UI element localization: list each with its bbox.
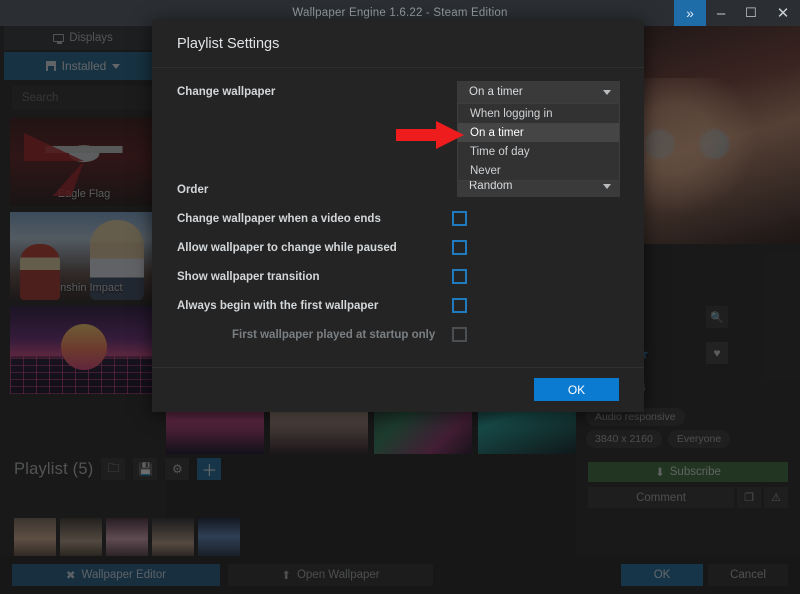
- playlist-settings-icon[interactable]: ⚙: [165, 458, 190, 480]
- open-wallpaper-label: Open Wallpaper: [296, 569, 380, 581]
- chevron-down-icon: [112, 63, 121, 69]
- label-order: Order: [177, 184, 209, 196]
- dropdown-option-on-a-timer[interactable]: On a timer: [458, 123, 619, 142]
- report-icon[interactable]: ⚠: [764, 487, 788, 508]
- label-change-on-video-end: Change wallpaper when a video ends: [177, 213, 381, 225]
- maximize-icon[interactable]: ☐: [736, 0, 766, 26]
- disk-icon: [45, 61, 56, 71]
- status-badge: 3840 x 2160: [586, 430, 662, 448]
- installed-label: Installed: [61, 59, 107, 73]
- checkbox-show-transition[interactable]: [452, 269, 467, 284]
- search-input[interactable]: Search: [12, 86, 157, 110]
- cancel-button[interactable]: Cancel: [708, 564, 788, 586]
- chevron-down-icon: [603, 184, 611, 189]
- comment-label: Comment: [636, 491, 686, 504]
- dropdown-option-time-of-day[interactable]: Time of day: [458, 142, 619, 161]
- label-always-begin-first: Always begin with the first wallpaper: [177, 300, 379, 312]
- subscribe-button[interactable]: ⬇ Subscribe: [588, 462, 788, 482]
- download-icon: ⬇: [655, 467, 665, 479]
- arrow-annotation-icon: [396, 121, 464, 149]
- dropdown-option-when-logging-in[interactable]: When logging in: [458, 104, 619, 123]
- editor-icon: ✖: [65, 570, 76, 582]
- open-wallpaper-button[interactable]: ⬆ Open Wallpaper: [228, 564, 433, 586]
- wallpaper-grid: Eagle Flag Genshin Impact: [10, 118, 160, 400]
- playlist-title: Playlist (5): [14, 459, 94, 478]
- installed-dropdown-button[interactable]: Installed: [4, 52, 162, 80]
- details-tags-row: 3840 x 2160 Everyone: [586, 430, 796, 448]
- wallpaper-card[interactable]: Eagle Flag: [10, 118, 158, 206]
- checkbox-first-at-startup-only: [452, 327, 467, 342]
- wallpaper-editor-label: Wallpaper Editor: [81, 569, 167, 581]
- dropdown-option-never[interactable]: Never: [458, 161, 619, 180]
- save-icon[interactable]: 💾: [133, 458, 158, 480]
- label-first-at-startup-only: First wallpaper played at startup only: [232, 329, 436, 341]
- window-controls: » – ☐ ✕: [674, 0, 800, 26]
- open-folder-icon[interactable]: 🗀: [101, 458, 126, 480]
- comment-button[interactable]: Comment: [588, 487, 734, 508]
- comment-row: Comment ❐ ⚠: [588, 487, 788, 508]
- monitor-icon: [53, 34, 65, 44]
- wallpaper-card-label: Genshin Impact: [45, 282, 123, 294]
- add-playlist-icon[interactable]: ＋: [197, 458, 222, 480]
- minimize-icon[interactable]: –: [706, 0, 736, 26]
- tab-displays-label: Displays: [69, 32, 113, 44]
- close-icon[interactable]: ✕: [766, 0, 800, 26]
- status-badge: Everyone: [667, 430, 731, 448]
- search-icon[interactable]: 🔍: [706, 306, 728, 328]
- order-value: Random: [469, 180, 513, 192]
- change-wallpaper-select[interactable]: On a timer: [457, 81, 620, 103]
- dialog-title: Playlist Settings: [177, 36, 280, 52]
- expand-icon[interactable]: »: [674, 0, 706, 26]
- playlist-toolbar: Playlist (5) 🗀 💾 ⚙ ＋: [0, 450, 576, 488]
- playlist-settings-dialog: Playlist Settings Change wallpaper On a …: [152, 20, 644, 412]
- app-window: Wallpaper Engine 1.6.22 - Steam Edition …: [0, 0, 800, 594]
- wallpaper-editor-button[interactable]: ✖ Wallpaper Editor: [12, 564, 220, 586]
- dialog-header: Playlist Settings: [152, 20, 644, 68]
- upload-icon: ⬆: [281, 570, 291, 582]
- ok-button[interactable]: OK: [621, 564, 703, 586]
- search-placeholder: Search: [22, 92, 59, 104]
- label-allow-change-while-paused: Allow wallpaper to change while paused: [177, 242, 397, 254]
- dialog-ok-button[interactable]: OK: [534, 378, 619, 401]
- change-wallpaper-dropdown[interactable]: When logging in On a timer Time of day N…: [457, 103, 620, 181]
- heart-icon[interactable]: ♥: [706, 342, 728, 364]
- label-change-wallpaper: Change wallpaper: [177, 86, 276, 98]
- bottom-toolbar: ✖ Wallpaper Editor ⬆ Open Wallpaper OK C…: [0, 556, 800, 594]
- checkbox-change-on-video-end[interactable]: [452, 211, 467, 226]
- wallpaper-card-label: Eagle Flag: [57, 188, 111, 200]
- tab-displays[interactable]: Displays: [4, 26, 162, 50]
- chevron-down-icon: [603, 90, 611, 95]
- label-show-transition: Show wallpaper transition: [177, 271, 320, 283]
- wallpaper-card[interactable]: Genshin Impact: [10, 212, 158, 300]
- checkbox-allow-change-while-paused[interactable]: [452, 240, 467, 255]
- wallpaper-card[interactable]: [10, 306, 158, 394]
- change-wallpaper-value: On a timer: [469, 86, 523, 98]
- subscribe-label: Subscribe: [669, 466, 721, 478]
- dialog-footer: OK: [152, 367, 644, 412]
- copy-icon[interactable]: ❐: [737, 487, 761, 508]
- checkbox-always-begin-first[interactable]: [452, 298, 467, 313]
